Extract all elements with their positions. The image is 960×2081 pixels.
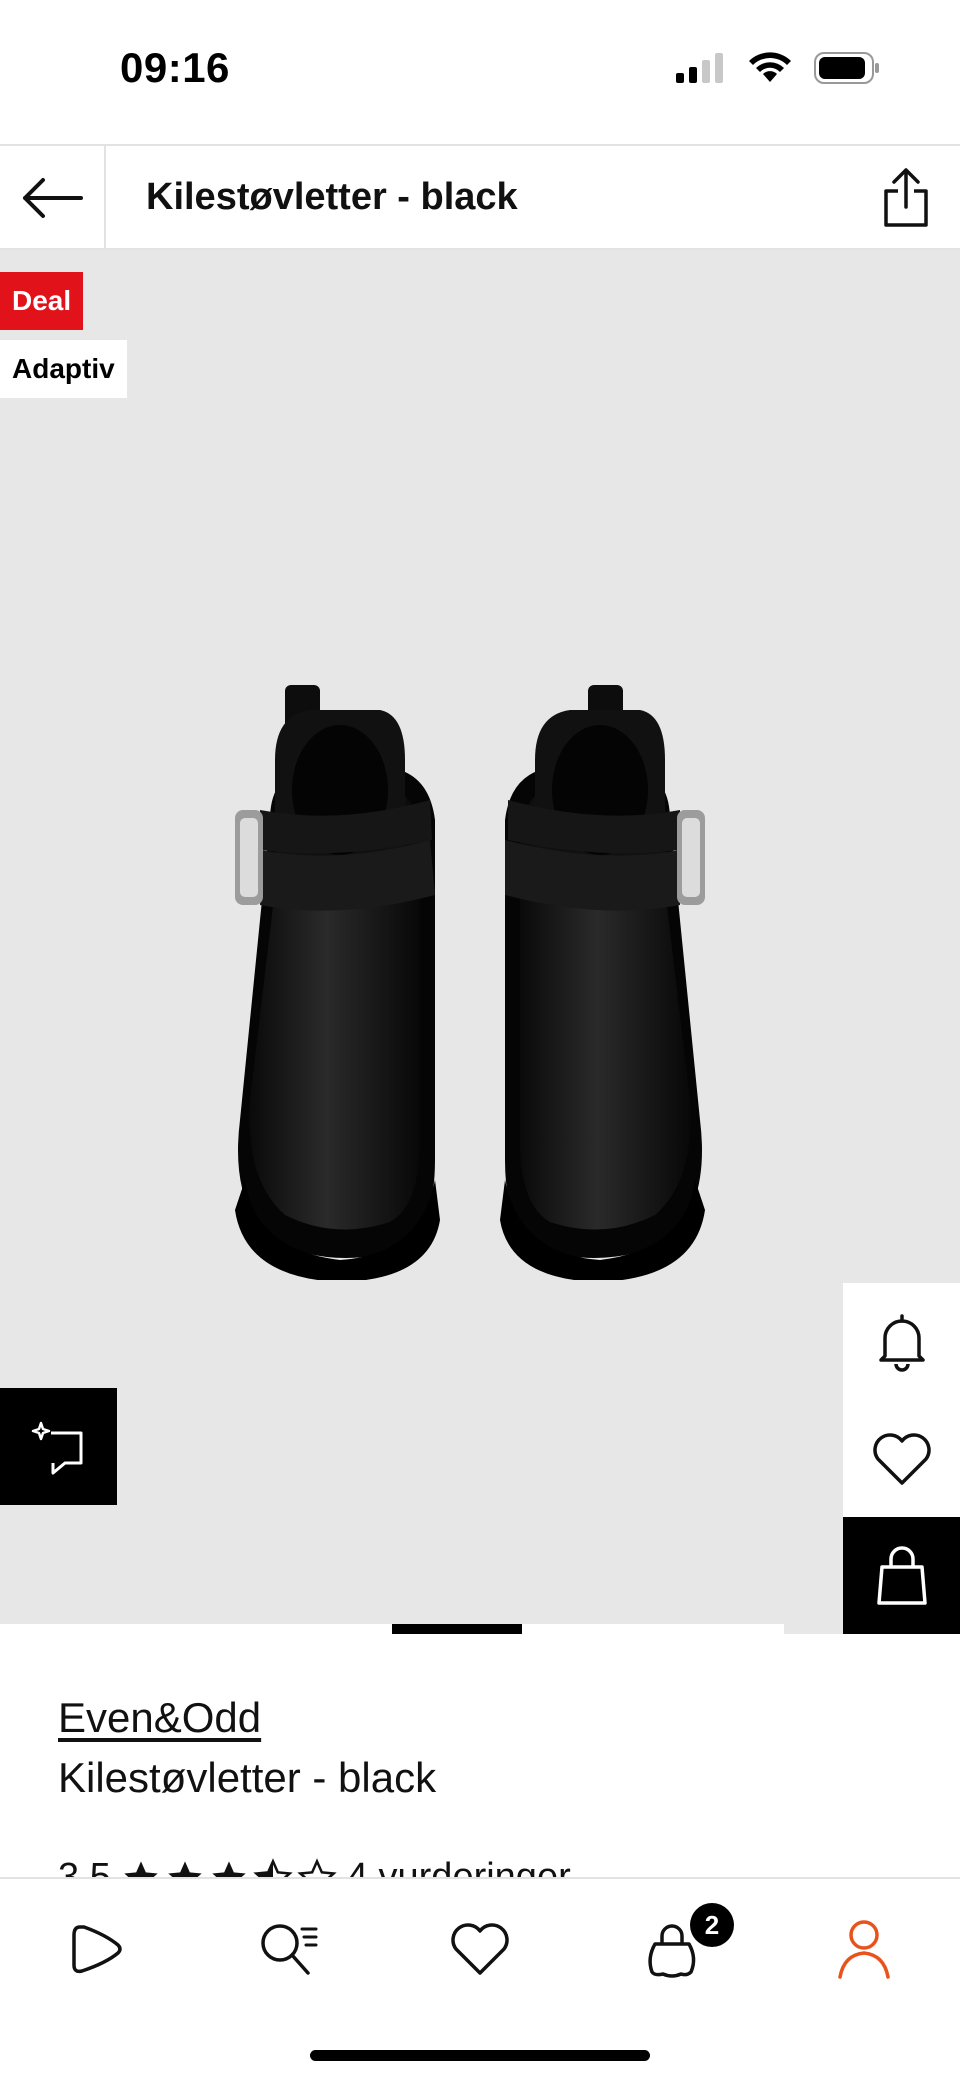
share-icon xyxy=(884,168,928,227)
battery-icon xyxy=(814,52,879,84)
cart-count-badge: 2 xyxy=(690,1903,734,1947)
nav-cart[interactable]: 2 xyxy=(632,1903,734,1989)
play-icon xyxy=(72,1925,122,1974)
nav-inspiration[interactable] xyxy=(56,1909,136,1989)
bell-icon xyxy=(878,1313,925,1372)
home-indicator xyxy=(310,2050,650,2061)
compare-icon xyxy=(31,1421,82,1474)
adaptiv-badge: Adaptiv xyxy=(0,340,127,398)
heart-icon xyxy=(872,1432,931,1485)
carousel-indicator xyxy=(392,1624,522,1634)
star-full-icon xyxy=(124,1860,158,1878)
cellular-signal-icon xyxy=(676,53,723,83)
star-full-icon xyxy=(212,1860,246,1878)
nav-profile[interactable] xyxy=(824,1909,904,1989)
star-half-icon xyxy=(253,1857,293,1878)
profile-icon xyxy=(838,1920,890,1979)
shopping-bag-icon xyxy=(876,1545,927,1605)
search-icon xyxy=(261,1924,318,1975)
share-button[interactable] xyxy=(872,164,940,232)
star-full-icon xyxy=(168,1860,202,1878)
status-time: 09:16 xyxy=(120,44,230,91)
product-image-gallery[interactable]: Deal Adaptiv xyxy=(0,250,960,1634)
deal-badge: Deal xyxy=(0,272,84,330)
status-bar: 09:16 xyxy=(0,0,960,144)
side-actions xyxy=(843,1283,960,1634)
nav-search[interactable] xyxy=(248,1909,328,1989)
back-arrow-icon xyxy=(23,178,83,218)
star-empty-icon xyxy=(297,1857,337,1878)
product-info: Even&Odd Kilestøvletter - black 3,5 4 vu… xyxy=(0,1634,960,1878)
rating-stars xyxy=(121,1857,337,1878)
review-count: 4 vurderinger xyxy=(346,1856,571,1878)
left-boot xyxy=(235,685,440,1280)
brand-link[interactable]: Even&Odd xyxy=(58,1694,261,1742)
product-name: Kilestøvletter - black xyxy=(58,1754,437,1801)
page-title: Kilestøvletter - black xyxy=(146,176,518,218)
product-header: Kilestøvletter - black xyxy=(0,144,960,250)
compare-button[interactable] xyxy=(0,1388,117,1505)
wishlist-button[interactable] xyxy=(843,1400,960,1517)
status-icons xyxy=(676,52,880,84)
notify-button[interactable] xyxy=(843,1283,960,1400)
product-image xyxy=(235,685,705,1280)
back-button[interactable] xyxy=(0,146,106,250)
wifi-icon xyxy=(749,52,791,82)
wishlist-icon xyxy=(451,1923,509,1975)
rating-value: 3,5 xyxy=(58,1856,111,1878)
nav-wishlist[interactable] xyxy=(440,1909,520,1989)
rating-row[interactable]: 3,5 4 vurderinger xyxy=(58,1856,571,1878)
right-boot xyxy=(500,685,705,1280)
add-to-cart-button[interactable] xyxy=(843,1517,960,1634)
